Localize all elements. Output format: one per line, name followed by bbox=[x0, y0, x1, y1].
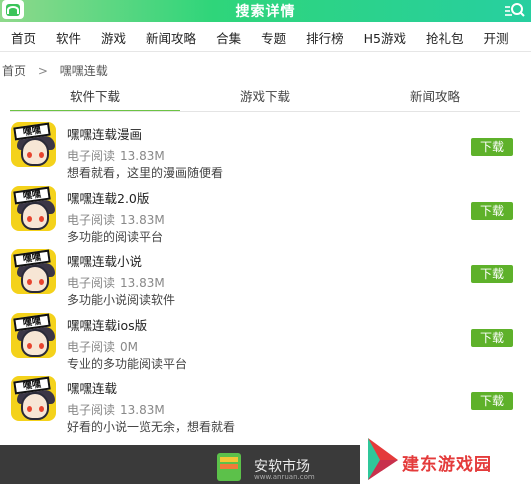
download-button[interactable]: 下载 bbox=[471, 265, 513, 283]
app-meta: 电子阅读 0M bbox=[67, 338, 138, 355]
nav-item-topics[interactable]: 专题 bbox=[261, 28, 286, 47]
app-size: 13.83M bbox=[120, 212, 165, 227]
watermark: 建东游戏园 bbox=[366, 436, 526, 482]
nav-item-home[interactable]: 首页 bbox=[11, 28, 36, 47]
nav-item-games[interactable]: 游戏 bbox=[101, 28, 126, 47]
app-category: 电子阅读 bbox=[67, 403, 116, 417]
nav-item-collections[interactable]: 合集 bbox=[216, 28, 241, 47]
nav-item-gifts[interactable]: 抢礼包 bbox=[426, 28, 464, 47]
nav-item-news[interactable]: 新闻攻略 bbox=[146, 28, 196, 47]
list-item[interactable]: 嘿嘿 嘿嘿连载漫画 电子阅读 13.83M 想看就看，这里的漫画随便看 下载 bbox=[0, 118, 531, 182]
app-category: 电子阅读 bbox=[67, 339, 116, 354]
top-header: 搜索详情 bbox=[0, 0, 531, 22]
app-description: 多功能的阅读平台 bbox=[67, 229, 164, 244]
page-title: 搜索详情 bbox=[235, 4, 296, 20]
app-size: 0M bbox=[120, 339, 139, 354]
market-logo-icon bbox=[217, 453, 241, 481]
download-button[interactable]: 下载 bbox=[471, 201, 513, 220]
app-name[interactable]: 嘿嘿连载ios版 bbox=[67, 315, 147, 334]
app-description: 专业的多功能阅读平台 bbox=[67, 356, 188, 371]
app-meta: 电子阅读 13.83M bbox=[67, 401, 165, 418]
list-item[interactable]: 嘿嘿 嘿嘿连载 电子阅读 13.83M 好看的小说一览无余，想看就看 下载 bbox=[0, 372, 531, 436]
breadcrumb-home[interactable]: 首页 bbox=[2, 64, 26, 78]
list-item[interactable]: 嘿嘿 嘿嘿连载2.0版 电子阅读 13.83M 多功能的阅读平台 下载 bbox=[0, 182, 531, 246]
app-name[interactable]: 嘿嘿连载2.0版 bbox=[67, 188, 149, 207]
app-size: 13.83M bbox=[120, 276, 165, 290]
app-icon[interactable]: 嘿嘿 bbox=[11, 376, 56, 421]
app-icon[interactable]: 嘿嘿 bbox=[11, 122, 56, 167]
main-nav: 首页 软件 游戏 新闻攻略 合集 专题 排行榜 H5游戏 抢礼包 开测 bbox=[0, 24, 531, 52]
logo-icon bbox=[6, 3, 20, 16]
nav-item-h5-games[interactable]: H5游戏 bbox=[364, 28, 406, 47]
app-meta: 电子阅读 13.83M bbox=[67, 274, 165, 291]
breadcrumb: 首页 > 嘿嘿连载 bbox=[2, 62, 108, 79]
download-button[interactable]: 下载 bbox=[471, 138, 513, 156]
app-icon[interactable]: 嘿嘿 bbox=[11, 312, 56, 358]
nav-item-beta[interactable]: 开测 bbox=[483, 28, 508, 47]
app-size: 13.83M bbox=[120, 403, 165, 417]
download-button[interactable]: 下载 bbox=[471, 328, 513, 347]
app-description: 好看的小说一览无余，想看就看 bbox=[67, 420, 236, 434]
list-item[interactable]: 嘿嘿 嘿嘿连载ios版 电子阅读 0M 专业的多功能阅读平台 下载 bbox=[0, 309, 531, 373]
nav-item-rankings[interactable]: 排行榜 bbox=[306, 28, 344, 47]
tab-game-download[interactable]: 游戏下载 bbox=[180, 86, 350, 112]
watermark-logo-icon bbox=[368, 438, 398, 480]
tab-software-download[interactable]: 软件下载 bbox=[10, 86, 180, 112]
footer-ad-banner[interactable]: 安软市场 www.anruan.com bbox=[0, 445, 360, 484]
tab-news-guides[interactable]: 新闻攻略 bbox=[350, 86, 520, 112]
app-category: 电子阅读 bbox=[67, 149, 116, 163]
app-name[interactable]: 嘿嘿连载 bbox=[67, 378, 117, 397]
app-meta: 电子阅读 13.83M bbox=[67, 211, 165, 228]
app-icon[interactable]: 嘿嘿 bbox=[11, 185, 56, 231]
tabs-divider bbox=[10, 111, 520, 112]
search-icon[interactable] bbox=[503, 2, 525, 20]
nav-item-software[interactable]: 软件 bbox=[56, 28, 81, 47]
app-name[interactable]: 嘿嘿连载小说 bbox=[67, 251, 142, 270]
breadcrumb-separator: > bbox=[37, 64, 48, 78]
download-button[interactable]: 下载 bbox=[471, 392, 513, 410]
app-category: 电子阅读 bbox=[67, 276, 116, 290]
app-name[interactable]: 嘿嘿连载漫画 bbox=[67, 124, 142, 143]
watermark-text: 建东游戏园 bbox=[402, 455, 492, 475]
result-list: 嘿嘿 嘿嘿连载漫画 电子阅读 13.83M 想看就看，这里的漫画随便看 下载 嘿嘿… bbox=[0, 118, 531, 436]
app-meta: 电子阅读 13.83M bbox=[67, 147, 165, 164]
list-item[interactable]: 嘿嘿 嘿嘿连载小说 电子阅读 13.83M 多功能小说阅读软件 下载 bbox=[0, 245, 531, 309]
ad-url: www.anruan.com bbox=[254, 473, 315, 481]
app-category: 电子阅读 bbox=[67, 212, 116, 227]
app-size: 13.83M bbox=[120, 149, 165, 163]
app-description: 多功能小说阅读软件 bbox=[67, 293, 176, 307]
result-tabs: 软件下载 游戏下载 新闻攻略 bbox=[10, 86, 520, 112]
app-logo[interactable] bbox=[2, 0, 24, 19]
breadcrumb-current: 嘿嘿连载 bbox=[59, 64, 108, 78]
app-description: 想看就看，这里的漫画随便看 bbox=[67, 166, 224, 180]
app-icon[interactable]: 嘿嘿 bbox=[11, 249, 56, 294]
